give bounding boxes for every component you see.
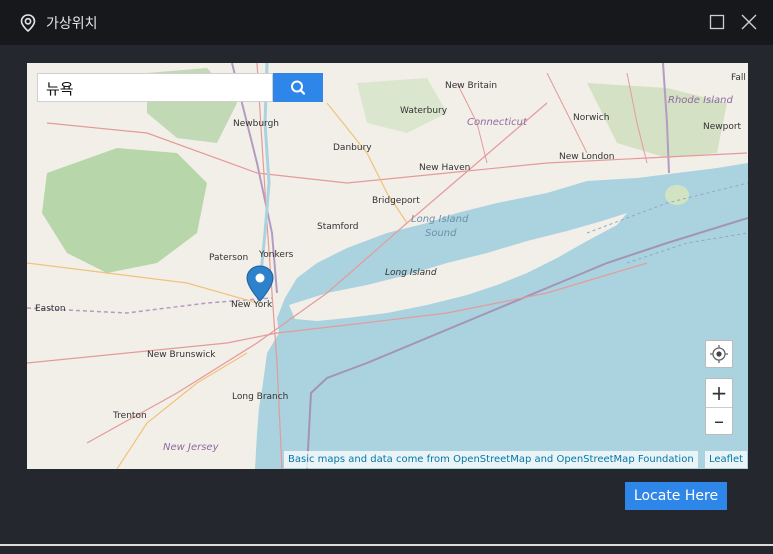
label-new-britain: New Britain: [445, 81, 497, 91]
locate-here-button[interactable]: Locate Here: [625, 482, 727, 510]
label-newburgh: Newburgh: [233, 119, 279, 129]
virtual-location-window: 가상위치 New Britain Waterbury Connecticut N…: [0, 0, 773, 554]
label-newport: Newport: [703, 122, 742, 132]
label-waterbury: Waterbury: [400, 106, 448, 116]
close-icon: [741, 14, 757, 30]
label-new-jersey: New Jersey: [163, 442, 220, 453]
label-long-island-sound-2: Sound: [425, 228, 457, 239]
label-new-brunswick: New Brunswick: [147, 350, 216, 360]
zoom-out-button[interactable]: –: [706, 407, 732, 435]
label-bridgeport: Bridgeport: [372, 196, 420, 206]
label-rhode-island: Rhode Island: [668, 95, 733, 106]
search-box: [37, 73, 274, 103]
label-fall: Fall: [731, 73, 746, 83]
map-view[interactable]: New Britain Waterbury Connecticut Norwic…: [27, 63, 748, 469]
label-easton: Easton: [35, 304, 66, 314]
label-trenton: Trenton: [112, 411, 147, 421]
close-button[interactable]: [740, 13, 758, 31]
label-long-island-sound: Long Island: [411, 214, 469, 225]
map-tiles: New Britain Waterbury Connecticut Norwic…: [27, 63, 748, 469]
title-bar: 가상위치: [0, 0, 773, 45]
crosshair-icon: [710, 345, 728, 363]
zoom-in-button[interactable]: +: [706, 379, 732, 408]
label-new-haven: New Haven: [419, 163, 470, 173]
window-title: 가상위치: [46, 16, 98, 32]
label-long-island: Long Island: [385, 268, 437, 278]
search-button[interactable]: [273, 73, 323, 102]
map-attribution[interactable]: Basic maps and data come from OpenStreet…: [284, 451, 698, 468]
label-new-london: New London: [559, 152, 614, 162]
label-yonkers: Yonkers: [258, 250, 294, 260]
label-stamford: Stamford: [317, 222, 358, 232]
label-long-branch: Long Branch: [232, 392, 288, 402]
label-norwich: Norwich: [573, 113, 609, 123]
label-connecticut: Connecticut: [467, 117, 528, 128]
leaflet-link[interactable]: Leaflet: [705, 451, 748, 468]
location-pin-icon: [18, 13, 38, 33]
bottom-divider: [0, 544, 773, 546]
search-input[interactable]: [38, 74, 274, 103]
label-danbury: Danbury: [333, 143, 372, 153]
locate-me-button[interactable]: [705, 340, 733, 368]
label-new-york: New York: [231, 300, 273, 310]
maximize-icon: [709, 14, 725, 30]
maximize-button[interactable]: [708, 13, 726, 31]
zoom-control: + –: [705, 378, 733, 435]
search-icon: [291, 80, 306, 95]
label-paterson: Paterson: [209, 253, 248, 263]
